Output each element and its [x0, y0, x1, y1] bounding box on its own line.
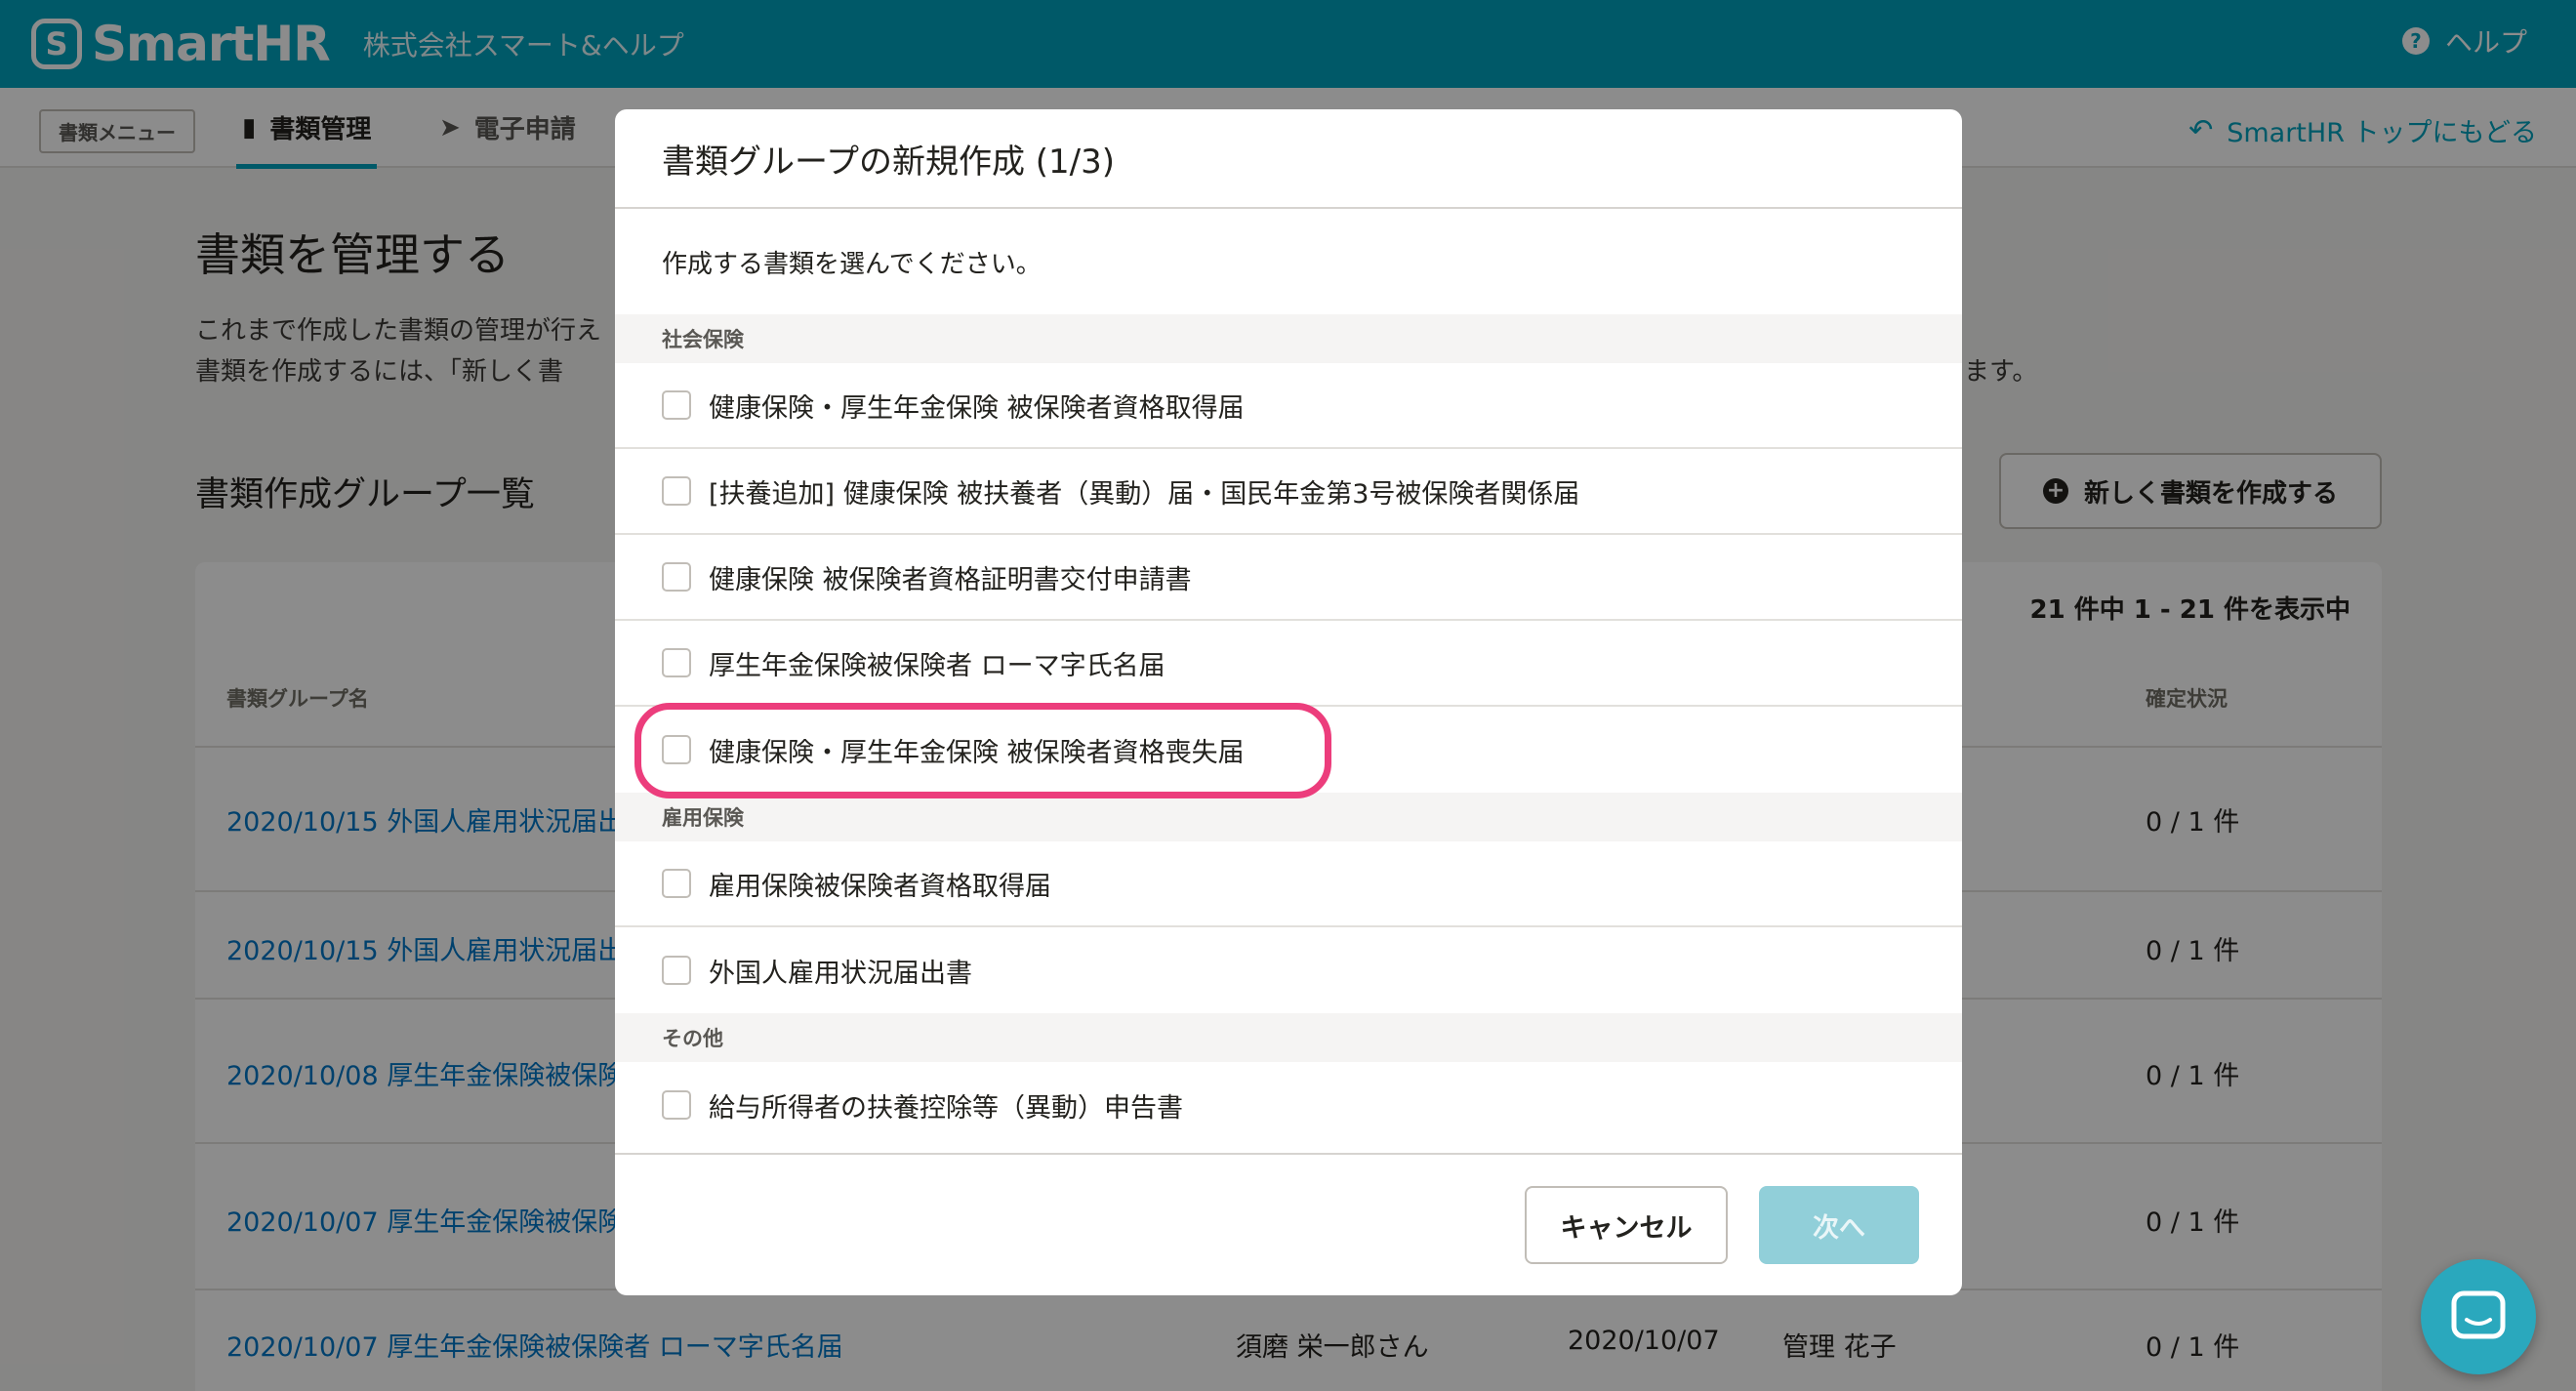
document-option[interactable]: 厚生年金保険被保険者 ローマ字氏名届 [615, 621, 1962, 707]
option-label: 健康保険 被保険者資格証明書交付申請書 [709, 564, 1192, 595]
category-other: その他 [615, 1013, 1962, 1062]
document-option-highlighted[interactable]: 健康保険・厚生年金保険 被保険者資格喪失届 [615, 703, 1962, 798]
checkbox[interactable] [662, 735, 691, 764]
option-label: 健康保険・厚生年金保険 被保険者資格取得届 [709, 392, 1245, 424]
checkbox[interactable] [662, 648, 691, 677]
modal-title: 書類グループの新規作成 (1/3) [615, 109, 1962, 209]
next-button[interactable]: 次へ [1759, 1186, 1919, 1264]
document-option[interactable]: 雇用保険被保険者資格取得届 [615, 841, 1962, 927]
chat-launcher[interactable] [2421, 1259, 2536, 1374]
option-label: 給与所得者の扶養控除等（異動）申告書 [709, 1092, 1183, 1124]
option-label: 健康保険・厚生年金保険 被保険者資格喪失届 [709, 737, 1245, 768]
document-option[interactable]: [扶養追加] 健康保険 被扶養者（異動）届・国民年金第3号被保険者関係届 [615, 449, 1962, 535]
option-label: [扶養追加] 健康保険 被扶養者（異動）届・国民年金第3号被保険者関係届 [709, 478, 1580, 510]
document-option[interactable]: 外国人雇用状況届出書 [615, 927, 1962, 1013]
category-social-insurance: 社会保険 [615, 314, 1962, 363]
document-option[interactable]: 健康保険・厚生年金保険 被保険者資格取得届 [615, 363, 1962, 449]
modal-footer: キャンセル 次へ [615, 1153, 1962, 1295]
checkbox[interactable] [662, 869, 691, 898]
option-label: 外国人雇用状況届出書 [709, 958, 972, 989]
checkbox[interactable] [662, 1090, 691, 1120]
checkbox[interactable] [662, 390, 691, 420]
chat-bubble-icon [2451, 1290, 2506, 1339]
checkbox[interactable] [662, 956, 691, 985]
checkbox[interactable] [662, 562, 691, 592]
document-option[interactable]: 健康保険 被保険者資格証明書交付申請書 [615, 535, 1962, 621]
option-label: 雇用保険被保険者資格取得届 [709, 871, 1051, 902]
checkbox[interactable] [662, 476, 691, 506]
option-label: 厚生年金保険被保険者 ローマ字氏名届 [709, 650, 1165, 681]
cancel-button[interactable]: キャンセル [1525, 1186, 1728, 1264]
document-option[interactable]: 給与所得者の扶養控除等（異動）申告書 [615, 1062, 1962, 1148]
modal-instructions: 作成する書類を選んでください。 [662, 249, 1042, 279]
category-employment-insurance: 雇用保険 [615, 793, 1962, 841]
new-document-group-modal: 書類グループの新規作成 (1/3) 作成する書類を選んでください。 社会保険 健… [615, 109, 1962, 1295]
